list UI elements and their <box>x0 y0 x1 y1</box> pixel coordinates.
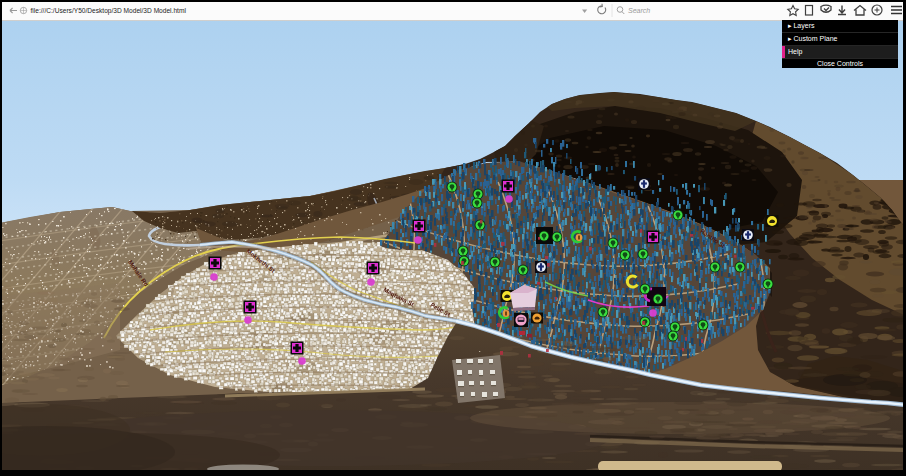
svg-text:file:///C:/Users/Y50/Desktop/3: file:///C:/Users/Y50/Desktop/3D Model/3D… <box>31 7 187 15</box>
svg-text:Search: Search <box>628 7 650 14</box>
